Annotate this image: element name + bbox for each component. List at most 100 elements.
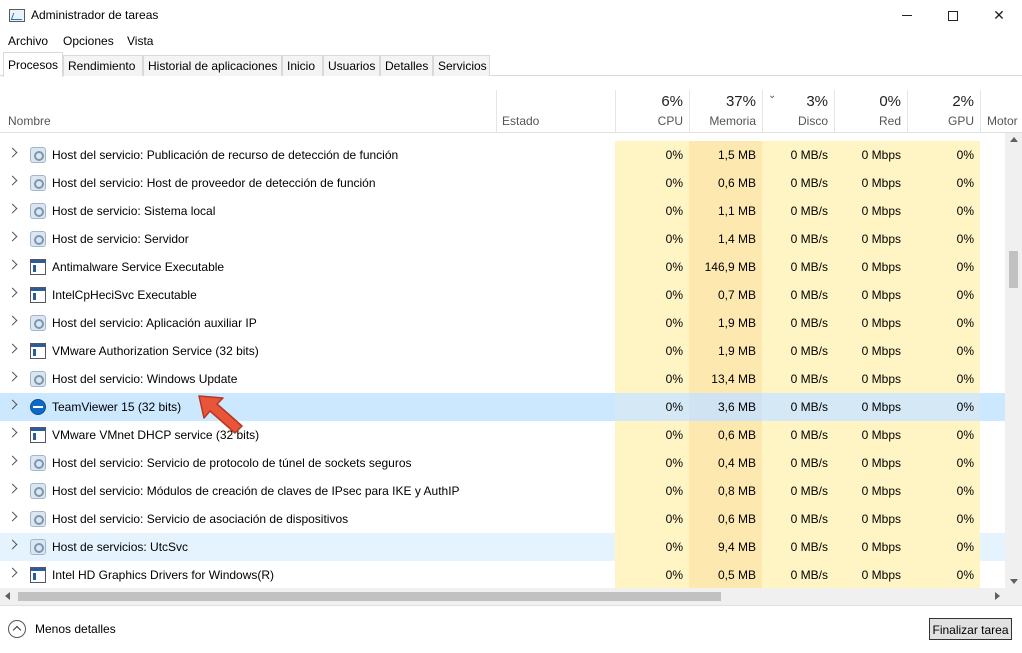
service-gear-icon (30, 203, 46, 219)
column-divider[interactable] (980, 90, 981, 133)
process-row[interactable]: VMware VMnet DHCP service (32 bits) 0% 0,6… (0, 421, 1005, 449)
process-row[interactable]: Host del servicio: Windows Update 0% 13,4 … (0, 365, 1005, 393)
app-window-icon (30, 343, 46, 359)
process-row[interactable]: Host del servicio: Host de proveedor de … (0, 169, 1005, 197)
tab-usuarios[interactable]: Usuarios (323, 55, 380, 76)
expand-chevron-icon[interactable] (7, 455, 18, 466)
column-gpu[interactable]: GPU (907, 114, 974, 128)
expand-chevron-icon[interactable] (7, 259, 18, 270)
network-total[interactable]: 0% (834, 93, 901, 110)
memory-value: 0,6 MB (717, 428, 756, 442)
expand-chevron-icon[interactable] (7, 511, 18, 522)
menu-opciones[interactable]: Opciones (63, 34, 114, 48)
tab-rendimiento[interactable]: Rendimiento (63, 55, 143, 76)
vertical-scrollbar[interactable] (1005, 133, 1022, 588)
cpu-total[interactable]: 6% (615, 93, 683, 110)
close-button[interactable]: ✕ (976, 0, 1022, 31)
cpu-value: 0% (665, 288, 683, 302)
cpu-value: 0% (665, 176, 683, 190)
gpu-value: 0% (956, 456, 974, 470)
process-row[interactable]: TeamViewer 15 (32 bits) 0% 3,6 MB 0 MB/s 0 M… (0, 393, 1005, 421)
scroll-down-icon[interactable] (1010, 579, 1018, 584)
process-row[interactable]: VMware Authorization Service (32 bits) 0%… (0, 337, 1005, 365)
memory-value: 1,5 MB (717, 148, 756, 162)
process-row[interactable]: Host de servicio: Servidor 0% 1,4 MB 0 MB/s… (0, 225, 1005, 253)
tab-servicios[interactable]: Servicios (433, 55, 490, 76)
gpu-value: 0% (956, 232, 974, 246)
expand-chevron-icon[interactable] (7, 399, 18, 410)
gpu-total[interactable]: 2% (907, 93, 974, 110)
scroll-up-icon[interactable] (1010, 137, 1018, 142)
less-details-link[interactable]: Menos detalles (35, 622, 116, 636)
process-row[interactable]: Host del servicio: Servicio de asociació… (0, 505, 1005, 533)
end-task-button[interactable]: Finalizar tarea (929, 618, 1012, 640)
annotation-arrow-icon (198, 395, 243, 434)
expand-chevron-icon[interactable] (7, 315, 18, 326)
memory-value: 0,4 MB (717, 456, 756, 470)
maximize-button[interactable] (930, 0, 976, 31)
scroll-right-icon[interactable] (995, 592, 1000, 600)
gpu-value: 0% (956, 148, 974, 162)
horizontal-scroll-thumb[interactable] (18, 592, 721, 601)
column-nombre[interactable]: Nombre (8, 114, 51, 128)
vertical-scroll-thumb[interactable] (1009, 251, 1018, 288)
column-motor[interactable]: Motor (987, 114, 1018, 128)
expand-chevron-icon[interactable] (7, 287, 18, 298)
disk-total[interactable]: 3% (762, 93, 828, 110)
collapse-chevron-icon[interactable] (8, 620, 26, 638)
menu-archivo[interactable]: Archivo (8, 34, 48, 48)
expand-chevron-icon[interactable] (7, 371, 18, 382)
expand-chevron-icon[interactable] (7, 483, 18, 494)
tab-historial[interactable]: Historial de aplicaciones (143, 55, 282, 76)
column-memoria[interactable]: Memoria (689, 114, 756, 128)
column-estado[interactable]: Estado (502, 114, 539, 128)
process-name: Antimalware Service Executable (52, 260, 225, 274)
expand-chevron-icon[interactable] (7, 203, 18, 214)
process-row[interactable]: Antimalware Service Executable 0% 146,9 MB… (0, 253, 1005, 281)
app-window-icon (30, 427, 46, 443)
process-row[interactable]: Host de servicios: UtcSvc 0% 9,4 MB 0 MB/s 0… (0, 533, 1005, 561)
expand-chevron-icon[interactable] (7, 147, 18, 158)
column-cpu[interactable]: CPU (615, 114, 683, 128)
column-red[interactable]: Red (834, 114, 901, 128)
cpu-value: 0% (665, 456, 683, 470)
process-row[interactable]: Intel HD Graphics Drivers for Windows(R)… (0, 561, 1005, 588)
network-value: 0 Mbps (861, 568, 901, 582)
process-row[interactable]: Host del servicio: Aplicación auxiliar I… (0, 309, 1005, 337)
expand-chevron-icon[interactable] (7, 343, 18, 354)
process-row[interactable]: Host del servicio: Publicación de recurs… (0, 141, 1005, 169)
minimize-button[interactable] (884, 0, 930, 31)
network-value: 0 Mbps (861, 400, 901, 414)
disk-value: 0 MB/s (790, 484, 828, 498)
process-name: Host del servicio: Windows Update (52, 372, 238, 386)
process-name: Host de servicios: UtcSvc (52, 540, 189, 554)
horizontal-scrollbar[interactable] (0, 588, 1022, 605)
disk-value: 0 MB/s (790, 316, 828, 330)
column-divider[interactable] (496, 90, 497, 133)
memory-value: 3,6 MB (717, 400, 756, 414)
network-value: 0 Mbps (861, 260, 901, 274)
process-row[interactable]: Host de servicio: Sistema local 0% 1,1 MB 0… (0, 197, 1005, 225)
tab-inicio[interactable]: Inicio (282, 55, 323, 76)
service-gear-icon (30, 539, 46, 555)
expand-chevron-icon[interactable] (7, 567, 18, 578)
column-disco[interactable]: Disco (762, 114, 828, 128)
menu-vista[interactable]: Vista (127, 34, 153, 48)
gpu-value: 0% (956, 568, 974, 582)
cpu-value: 0% (665, 316, 683, 330)
process-row[interactable]: Host del servicio: Servicio de protocolo… (0, 449, 1005, 477)
tab-procesos[interactable]: Procesos (3, 52, 63, 77)
expand-chevron-icon[interactable] (7, 539, 18, 550)
memory-value: 0,8 MB (717, 484, 756, 498)
scroll-left-icon[interactable] (5, 592, 10, 600)
service-gear-icon (30, 147, 46, 163)
process-row[interactable]: Host del servicio: Módulos de creación d… (0, 477, 1005, 505)
tab-detalles[interactable]: Detalles (380, 55, 433, 76)
expand-chevron-icon[interactable] (7, 231, 18, 242)
disk-value: 0 MB/s (790, 232, 828, 246)
expand-chevron-icon[interactable] (7, 427, 18, 438)
network-value: 0 Mbps (861, 484, 901, 498)
process-row[interactable]: IntelCpHeciSvc Executable 0% 0,7 MB 0 MB/s 0… (0, 281, 1005, 309)
memory-total[interactable]: 37% (689, 93, 756, 110)
expand-chevron-icon[interactable] (7, 175, 18, 186)
